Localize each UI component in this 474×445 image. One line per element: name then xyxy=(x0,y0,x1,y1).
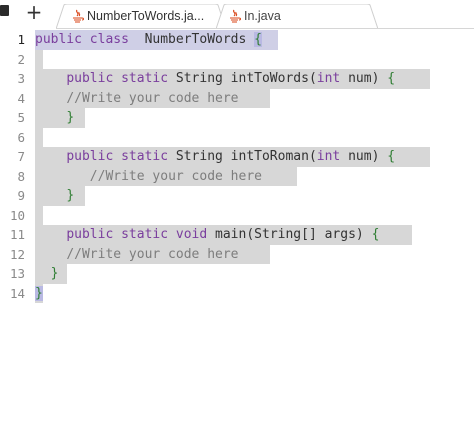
code-editor[interactable]: 1 public class NumberToWords {2 3 public s… xyxy=(0,30,474,310)
line-number: 3 xyxy=(17,71,25,86)
java-file-icon xyxy=(230,9,241,23)
code-line[interactable]: 4 //Write your code here xyxy=(0,88,474,109)
code-token: String intToWords( xyxy=(168,71,317,86)
brace-token: } xyxy=(50,266,59,281)
line-number: 7 xyxy=(17,149,25,164)
code-line[interactable]: 5 } xyxy=(0,108,474,128)
code-line[interactable]: 8 //Write your code here xyxy=(0,166,474,187)
code-token: main(String[] args) xyxy=(207,227,372,242)
code-text: } xyxy=(35,108,74,128)
java-file-icon xyxy=(73,9,84,23)
brace-token: { xyxy=(371,227,380,242)
code-token: NumberToWords xyxy=(128,32,255,47)
tab-bar-divider xyxy=(56,28,474,29)
code-line[interactable]: 9 } xyxy=(0,186,474,206)
code-text: //Write your code here xyxy=(35,167,262,187)
line-number: 1 xyxy=(17,32,25,47)
line-number: 9 xyxy=(17,188,25,203)
tab-label: In.java xyxy=(244,9,281,23)
brace-token: } xyxy=(66,188,75,203)
brace-token: { xyxy=(387,71,396,86)
code-token: String intToRoman( xyxy=(168,149,317,164)
code-line[interactable]: 7 public static String intToRoman(int nu… xyxy=(0,147,474,167)
keyword-token: public static void xyxy=(66,227,208,242)
keyword-token: int xyxy=(316,149,341,164)
code-text: public static void main(String[] args) { xyxy=(35,225,379,245)
comment-token: //Write your code here xyxy=(66,246,239,262)
code-line[interactable]: 11 public static void main(String[] args… xyxy=(0,225,474,245)
code-token: num) xyxy=(340,149,388,164)
new-tab-button[interactable]: + xyxy=(25,0,43,24)
line-number: 10 xyxy=(9,207,25,223)
brace-token: } xyxy=(66,110,75,125)
code-line[interactable]: 2 xyxy=(0,49,474,69)
tab-bar: + NumberToWords.ja... In.java xyxy=(0,0,474,30)
code-token: num) xyxy=(340,71,388,86)
code-text: public class NumberToWords { xyxy=(35,30,262,50)
line-number: 5 xyxy=(17,110,25,125)
menu-icon[interactable] xyxy=(0,5,9,16)
line-number: 4 xyxy=(17,90,25,106)
code-line[interactable]: 12 //Write your code here xyxy=(0,244,474,265)
keyword-token: public static xyxy=(66,149,169,164)
line-number: 11 xyxy=(9,227,25,242)
selection-highlight xyxy=(35,205,43,225)
code-text: //Write your code here xyxy=(35,245,239,265)
line-number: 13 xyxy=(9,266,25,281)
code-line[interactable]: 10 xyxy=(0,205,474,225)
code-text: //Write your code here xyxy=(35,89,239,109)
code-line[interactable]: 3 public static String intToWords(int nu… xyxy=(0,69,474,89)
line-number: 6 xyxy=(17,129,25,145)
comment-token: //Write your code here xyxy=(89,168,262,184)
brace-token: { xyxy=(387,149,396,164)
code-text: public static String intToWords(int num)… xyxy=(35,69,395,89)
keyword-token: int xyxy=(316,71,341,86)
code-text: } xyxy=(35,264,59,284)
code-line[interactable]: 14} xyxy=(0,283,474,304)
line-number: 2 xyxy=(17,51,25,67)
brace-token: } xyxy=(35,285,43,301)
selection-highlight xyxy=(35,127,43,147)
line-number: 12 xyxy=(9,246,25,262)
keyword-token: public static xyxy=(66,71,169,86)
brace-token: { xyxy=(254,32,262,47)
tab-numbertowords[interactable]: NumberToWords.ja... xyxy=(56,4,226,29)
code-text: } xyxy=(35,186,74,206)
selection-highlight xyxy=(35,49,43,69)
line-number: 14 xyxy=(9,285,25,301)
code-text: } xyxy=(35,284,43,304)
comment-token: //Write your code here xyxy=(66,90,239,106)
code-line[interactable]: 13 } xyxy=(0,264,474,284)
keyword-token: public class xyxy=(35,32,129,47)
tab-in-java[interactable]: In.java xyxy=(216,4,378,29)
line-number: 8 xyxy=(17,168,25,184)
code-line[interactable]: 1 public class NumberToWords { xyxy=(0,30,474,50)
code-text: public static String intToRoman(int num)… xyxy=(35,147,395,167)
tab-label: NumberToWords.ja... xyxy=(87,9,205,23)
code-line[interactable]: 6 xyxy=(0,127,474,147)
